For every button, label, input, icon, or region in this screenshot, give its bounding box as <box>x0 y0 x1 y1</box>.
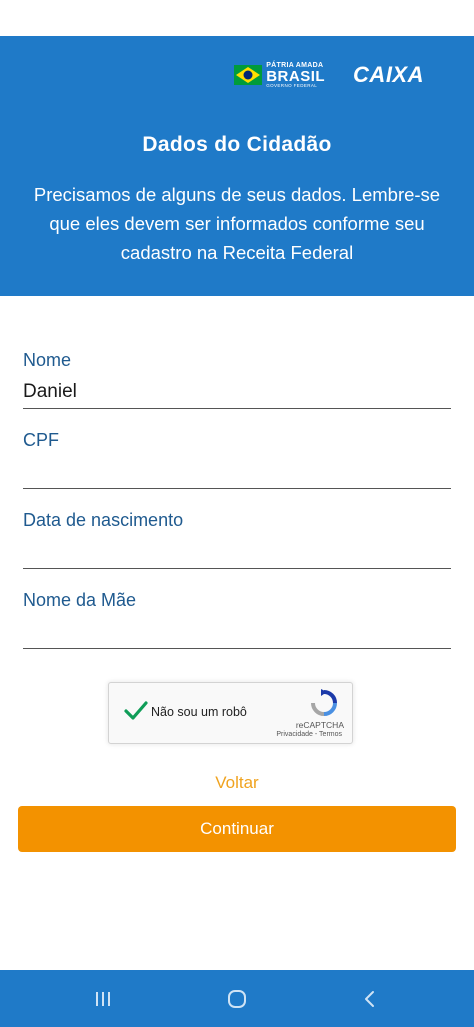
back-icon <box>365 990 374 1007</box>
logos: PÁTRIA AMADA BRASIL GOVERNO FEDERAL CAIX… <box>234 60 424 90</box>
gov-logo-line2: BRASIL <box>266 67 326 85</box>
page-subtitle: Precisamos de alguns de seus dados. Lemb… <box>33 184 441 263</box>
brazil-flag-icon <box>234 65 263 85</box>
recaptcha-logo-icon <box>311 689 337 716</box>
page-title: Dados do Cidadão <box>142 133 332 156</box>
continue-button[interactable]: Continuar <box>18 806 456 852</box>
recent-apps-icon <box>96 991 110 1006</box>
system-nav-bar <box>0 970 474 1027</box>
name-field-underline <box>23 408 451 409</box>
cpf-field-label: CPF <box>23 430 59 450</box>
citizen-data-form: Nome Daniel CPF Data de nascimento Nome … <box>23 350 451 670</box>
gov-logo: PÁTRIA AMADA BRASIL GOVERNO FEDERAL <box>234 62 325 89</box>
mother-name-field-underline <box>23 648 451 649</box>
birthdate-field-underline <box>23 568 451 569</box>
home-icon <box>228 989 246 1008</box>
name-field-label: Nome <box>23 350 72 370</box>
name-field-value[interactable]: Daniel <box>23 381 77 403</box>
birthdate-field-label: Data de nascimento <box>23 510 184 530</box>
name-field[interactable]: Nome Daniel <box>23 350 451 430</box>
recaptcha-widget[interactable]: Não sou um robô reCAPTCHA Privacidade - … <box>108 682 353 744</box>
back-button[interactable] <box>340 970 400 1027</box>
mother-name-field[interactable]: Nome da Mãe <box>23 590 451 670</box>
checkmark-icon[interactable] <box>123 698 149 724</box>
recent-apps-button[interactable] <box>73 970 133 1027</box>
recaptcha-brand: reCAPTCHA <box>295 720 344 730</box>
birthdate-field[interactable]: Data de nascimento <box>23 510 451 590</box>
back-link[interactable]: Voltar <box>0 773 474 793</box>
recaptcha-links[interactable]: Privacidade - Termos <box>276 731 342 738</box>
home-button[interactable] <box>207 970 267 1027</box>
gov-logo-line3: GOVERNO FEDERAL <box>266 82 318 88</box>
caixa-logo: CAIXA <box>353 62 424 87</box>
cpf-field[interactable]: CPF <box>23 430 451 510</box>
mother-name-field-label: Nome da Mãe <box>23 590 137 610</box>
status-bar <box>0 0 474 36</box>
cpf-field-underline <box>23 488 451 489</box>
recaptcha-label: Não sou um robô <box>151 705 247 719</box>
header-banner: PÁTRIA AMADA BRASIL GOVERNO FEDERAL CAIX… <box>0 36 474 296</box>
